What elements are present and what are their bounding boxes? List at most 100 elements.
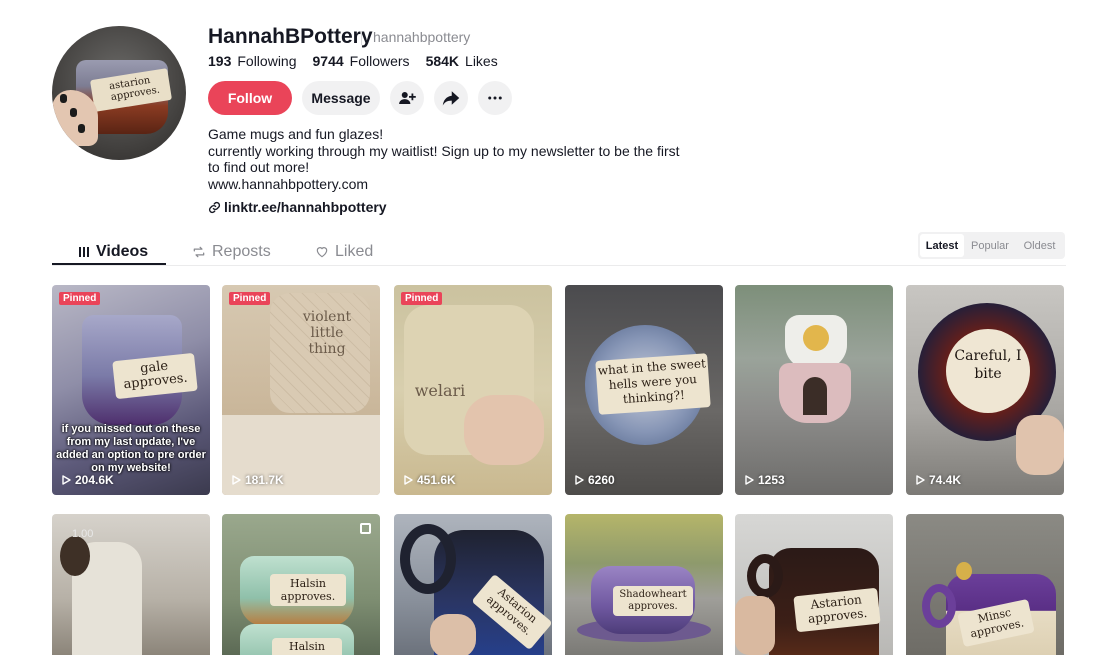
follow-button[interactable]: Follow (208, 81, 292, 115)
tab-liked[interactable]: Liked (315, 238, 373, 266)
view-count: 451.6K (404, 473, 456, 487)
bio: Game mugs and fun glazes! currently work… (208, 126, 688, 192)
sort-popular[interactable]: Popular (964, 234, 1016, 257)
play-icon (745, 475, 754, 485)
mug-label: Halsin (272, 638, 342, 655)
tab-label: Reposts (212, 243, 271, 260)
bio-line: www.hannahbpottery.com (208, 175, 369, 192)
more-horizontal-icon (488, 96, 502, 100)
repost-icon (193, 246, 205, 258)
sort-toggle: Latest Popular Oldest (918, 232, 1065, 259)
active-tab-indicator (52, 263, 166, 265)
profile-tabs: Videos Reposts Liked (52, 232, 1066, 266)
share-button[interactable] (434, 81, 468, 115)
pinned-badge: Pinned (229, 292, 271, 305)
pinned-badge: Pinned (59, 292, 101, 305)
bio-line: Game mugs and fun glazes! (208, 126, 384, 142)
handle-divider (361, 31, 362, 45)
carousel-icon (360, 523, 371, 534)
stat-value: 9744 (312, 53, 344, 69)
bio-line: currently working through my waitlist! S… (208, 142, 680, 176)
heart-outline-icon (316, 247, 328, 258)
video-tile[interactable]: Halsin approves. Halsin (222, 514, 380, 655)
mug-label: gale approves. (112, 352, 198, 400)
play-icon (232, 475, 241, 485)
avatar-hand (52, 90, 98, 146)
video-tile[interactable]: 1.00 (52, 514, 210, 655)
play-icon (404, 475, 413, 485)
link-icon (208, 201, 221, 213)
video-tile[interactable]: 1253 (735, 285, 893, 495)
view-count-text: 1253 (758, 473, 785, 487)
more-button[interactable] (478, 81, 512, 115)
video-thumbnail-hand (430, 614, 476, 655)
video-thumbnail-handle (922, 584, 956, 628)
video-tile[interactable]: Astarion approves. (735, 514, 893, 655)
handle: hannahbpottery (373, 29, 471, 45)
stat-followers[interactable]: 9744 Followers (313, 53, 410, 69)
video-thumbnail-handle (747, 554, 783, 598)
sort-latest[interactable]: Latest (920, 234, 964, 257)
video-caption-overlay: if you missed out on these from my last … (56, 423, 206, 474)
view-count-text: 6260 (588, 473, 615, 487)
video-tile[interactable]: violent little thing Pinned 181.7K (222, 285, 380, 495)
video-thumbnail-hair (60, 536, 90, 576)
profile-link-text: linktr.ee/hannahbpottery (224, 199, 387, 215)
stat-value: 193 (208, 53, 232, 69)
mug-stamp: Careful, I bite (954, 348, 1022, 382)
view-count-text: 181.7K (245, 473, 284, 487)
mug-label: Shadowheart approves. (613, 586, 693, 616)
tab-label: Videos (96, 243, 149, 260)
stat-likes: 584K Likes (426, 53, 498, 69)
tab-videos[interactable]: Videos (78, 238, 148, 266)
play-icon (62, 475, 71, 485)
profile-link[interactable]: linktr.ee/hannahbpottery (208, 199, 387, 215)
stat-label: Likes (465, 53, 498, 69)
video-tile[interactable]: Careful, I bite 74.4K (906, 285, 1064, 495)
avatar[interactable]: astarion approves. (52, 26, 186, 160)
video-tile[interactable]: what in the sweet hells were you thinkin… (565, 285, 723, 495)
video-tile[interactable]: gale approves. Pinned if you missed out … (52, 285, 210, 495)
add-friend-button[interactable] (390, 81, 424, 115)
video-thumbnail-hand (1016, 415, 1064, 475)
username: HannahBPottery (208, 25, 373, 48)
video-timestamp: 1.00 (72, 528, 94, 540)
mug-stamp: violent little thing (302, 309, 352, 357)
video-thumbnail-door (803, 377, 827, 415)
video-thumbnail-handle (400, 524, 456, 594)
view-count: 181.7K (232, 473, 284, 487)
sort-oldest[interactable]: Oldest (1016, 234, 1063, 257)
video-tile[interactable]: welari Pinned 451.6K (394, 285, 552, 495)
video-thumbnail-hand (735, 596, 775, 655)
view-count-text: 204.6K (75, 473, 114, 487)
stat-following[interactable]: 193 Following (208, 53, 297, 69)
video-tile[interactable]: Shadowheart approves. (565, 514, 723, 655)
play-icon (916, 475, 925, 485)
video-thumbnail-hand (464, 395, 544, 465)
avatar-nail (78, 124, 85, 133)
view-count: 1253 (745, 473, 785, 487)
tab-label: Liked (335, 243, 374, 260)
avatar-nail (60, 94, 67, 103)
share-arrow-icon (442, 91, 460, 106)
avatar-nail (70, 108, 77, 117)
view-count: 6260 (575, 473, 615, 487)
stat-value: 584K (425, 53, 460, 69)
tab-reposts[interactable]: Reposts (192, 238, 271, 266)
profile-stats: 193 Following 9744 Followers 584K Likes (208, 53, 498, 69)
video-tile[interactable]: Astarion approves. (394, 514, 552, 655)
stat-label: Following (237, 53, 297, 69)
stat-label: Followers (349, 53, 410, 69)
video-tile[interactable]: Minsc approves. (906, 514, 1064, 655)
person-plus-icon (399, 92, 416, 104)
mug-stamp: welari (414, 381, 466, 400)
grid-icon (79, 247, 89, 257)
play-icon (575, 475, 584, 485)
view-count: 74.4K (916, 473, 961, 487)
video-thumbnail-face (803, 325, 829, 351)
view-count-text: 74.4K (929, 473, 962, 487)
mug-label: Halsin approves. (270, 574, 346, 606)
message-button[interactable]: Message (302, 81, 380, 115)
pinned-badge: Pinned (401, 292, 443, 305)
video-thumbnail-figurine (956, 562, 972, 580)
